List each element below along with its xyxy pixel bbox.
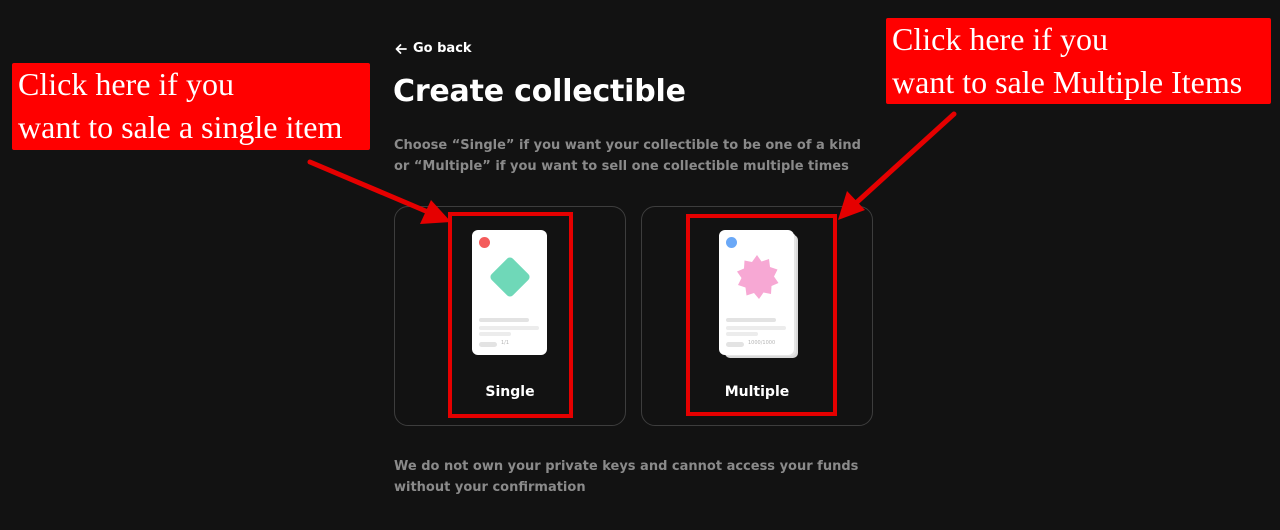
page-description: Choose “Single” if you want your collect… [394,138,861,174]
go-back-label: Go back [413,41,472,56]
edition-count: 1000/1000 [748,340,776,346]
security-note: We do not own your private keys and cann… [394,459,859,495]
multiple-callout-line-2: want to sale Multiple Items [892,64,1243,100]
go-back-link[interactable]: Go back [394,41,472,56]
single-preview-card: 1/1 [472,230,547,355]
status-dot-icon [479,237,490,248]
single-option-card[interactable]: 1/1 Single [394,206,626,426]
single-callout-line-2: want to sale a single item [18,109,343,145]
page-title: Create collectible [393,74,686,109]
multiple-option-card[interactable]: 1000/1000 Multiple [641,206,873,426]
placeholder-pill [726,342,744,347]
placeholder-line [479,326,539,330]
placeholder-line [479,318,529,322]
multiple-callout: Click here if you want to sale Multiple … [886,18,1271,104]
placeholder-pill [479,342,497,347]
placeholder-line [726,326,786,330]
multiple-preview-card: 1000/1000 [719,230,794,355]
edition-count: 1/1 [501,340,510,346]
single-callout: Click here if you want to sale a single … [12,63,370,150]
multiple-callout-line-1: Click here if you [892,21,1108,57]
diamond-art-icon [490,257,530,297]
placeholder-line [726,332,758,336]
status-dot-icon [726,237,737,248]
single-callout-line-1: Click here if you [18,66,234,102]
badge-art-icon [737,255,779,299]
arrow-left-icon [395,43,407,54]
single-option-label: Single [485,384,535,400]
multiple-option-label: Multiple [724,384,790,400]
placeholder-line [479,332,511,336]
placeholder-line [726,318,776,322]
